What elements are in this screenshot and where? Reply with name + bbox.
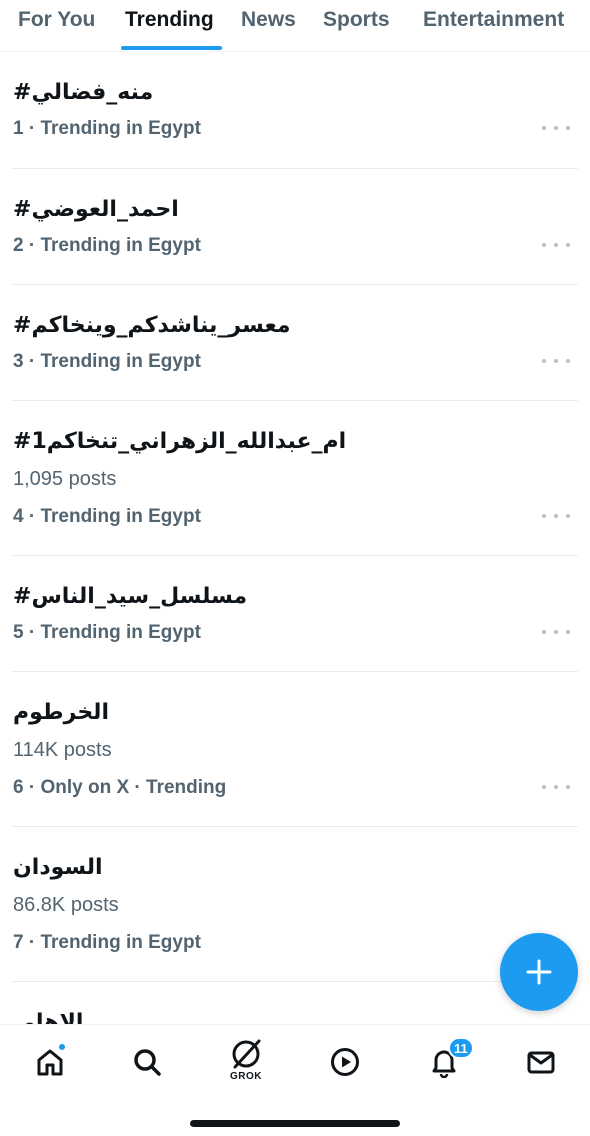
tab-news[interactable]: News	[241, 8, 296, 32]
more-options-icon[interactable]	[542, 237, 570, 253]
trend-name: السودان	[13, 855, 103, 880]
play-icon	[331, 1048, 359, 1076]
notifications-badge: 11	[448, 1037, 474, 1059]
nav-search[interactable]	[117, 1037, 177, 1087]
trend-name: #معسر_يناشدكم_وينخاكم	[13, 313, 291, 338]
more-options-icon[interactable]	[542, 779, 570, 795]
trend-name: #مسلسل_سيد_الناس	[13, 584, 248, 609]
trend-item[interactable]: الاهلي	[0, 982, 590, 1024]
trend-name: الخرطوم	[13, 700, 109, 725]
active-tab-indicator	[121, 46, 222, 50]
trend-post-count: 86.8K posts	[13, 894, 119, 916]
plus-icon	[526, 959, 552, 985]
tab-for-you[interactable]: For You	[18, 8, 95, 32]
nav-notifications[interactable]: 11	[414, 1037, 474, 1087]
more-options-icon[interactable]	[542, 120, 570, 136]
trend-meta: 3 · Trending in Egypt	[13, 351, 201, 372]
tab-entertainment[interactable]: Entertainment	[423, 8, 564, 32]
bottom-nav-bar: GROK 11	[0, 1024, 590, 1136]
trend-item[interactable]: #مسلسل_سيد_الناس 5 · Trending in Egypt	[0, 556, 590, 672]
mail-icon	[527, 1051, 555, 1074]
trend-name: الاهلي	[13, 1010, 84, 1024]
trend-item[interactable]: #منه_فضالي 1 · Trending in Egypt	[0, 52, 590, 168]
trend-post-count: 1,095 posts	[13, 468, 117, 490]
tab-sports[interactable]: Sports	[323, 8, 390, 32]
trend-post-count: 114K posts	[13, 739, 112, 761]
nav-home[interactable]	[20, 1037, 80, 1087]
search-icon	[134, 1049, 161, 1076]
nav-messages[interactable]	[511, 1037, 571, 1087]
trend-meta: 7 · Trending in Egypt	[13, 932, 201, 953]
more-options-icon[interactable]	[542, 508, 570, 524]
trend-item[interactable]: #احمد_العوضي 2 · Trending in Egypt	[0, 169, 590, 285]
trend-meta: 2 · Trending in Egypt	[13, 235, 201, 256]
trend-meta: 6 · Only on X · Trending	[13, 777, 227, 798]
trend-list: #منه_فضالي 1 · Trending in Egypt #احمد_ا…	[0, 52, 590, 1024]
trend-item[interactable]: #ام_عبدالله_الزهراني_تنخاكم1 1,095 posts…	[0, 401, 590, 555]
grok-label: GROK	[230, 1071, 262, 1082]
grok-icon	[232, 1039, 261, 1069]
home-unread-dot	[58, 1043, 66, 1051]
trend-name: #منه_فضالي	[13, 80, 154, 105]
trend-name: #احمد_العوضي	[13, 197, 179, 222]
nav-grok[interactable]: GROK	[216, 1031, 276, 1082]
tab-trending[interactable]: Trending	[125, 8, 214, 32]
trend-meta: 4 · Trending in Egypt	[13, 506, 201, 527]
top-tab-bar: For You Trending News Sports Entertainme…	[0, 0, 590, 52]
more-options-icon[interactable]	[542, 353, 570, 369]
trend-item[interactable]: #معسر_يناشدكم_وينخاكم 3 · Trending in Eg…	[0, 285, 590, 401]
compose-button[interactable]	[500, 933, 578, 1011]
trend-meta: 5 · Trending in Egypt	[13, 622, 201, 643]
nav-video[interactable]	[315, 1037, 375, 1087]
trend-item[interactable]: الخرطوم 114K posts 6 · Only on X · Trend…	[0, 672, 590, 826]
trend-meta: 1 · Trending in Egypt	[13, 118, 201, 139]
home-indicator-bar	[190, 1120, 400, 1127]
more-options-icon[interactable]	[542, 624, 570, 640]
trend-name: #ام_عبدالله_الزهراني_تنخاكم1	[13, 429, 347, 454]
